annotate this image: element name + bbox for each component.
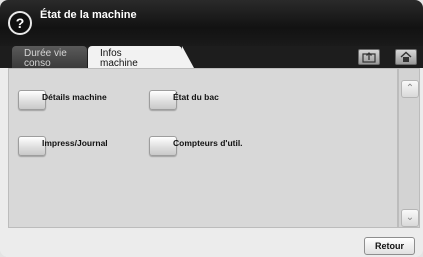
print-report-item[interactable]: Impress/Journal <box>18 135 108 157</box>
header-bar: ? État de la machine <box>0 0 423 46</box>
return-button[interactable]: Retour <box>364 237 415 255</box>
footer-bar: Retour <box>0 229 423 257</box>
content-panel: Détails machine État du bac Impress/Jour… <box>8 68 398 228</box>
usage-counters-label: Compteurs d'util. <box>173 138 243 148</box>
scroll-down-button[interactable]: ⌄ <box>401 209 419 227</box>
help-icon[interactable]: ? <box>8 11 32 35</box>
machine-details-label: Détails machine <box>42 92 107 102</box>
home-icon[interactable] <box>395 49 417 65</box>
usage-counters-item[interactable]: Compteurs d'util. <box>149 135 243 157</box>
machine-details-item[interactable]: Détails machine <box>18 89 107 111</box>
job-status-icon[interactable] <box>358 49 380 65</box>
tray-status-item[interactable]: État du bac <box>149 89 219 111</box>
scroll-up-button[interactable]: ⌃ <box>401 80 419 98</box>
vertical-scrollbar[interactable]: ⌃ ⌄ <box>398 68 420 228</box>
tab-machine-info[interactable]: Infos machine <box>88 46 194 69</box>
tray-status-label: État du bac <box>173 92 219 102</box>
page-title: État de la machine <box>40 9 137 21</box>
chevron-up-icon: ⌃ <box>405 83 415 94</box>
machine-status-window: ? État de la machine Durée vie conso Inf… <box>0 0 423 257</box>
chevron-down-icon: ⌄ <box>405 212 415 223</box>
tab-consumables-life[interactable]: Durée vie conso <box>12 46 87 69</box>
print-report-label: Impress/Journal <box>42 138 108 148</box>
